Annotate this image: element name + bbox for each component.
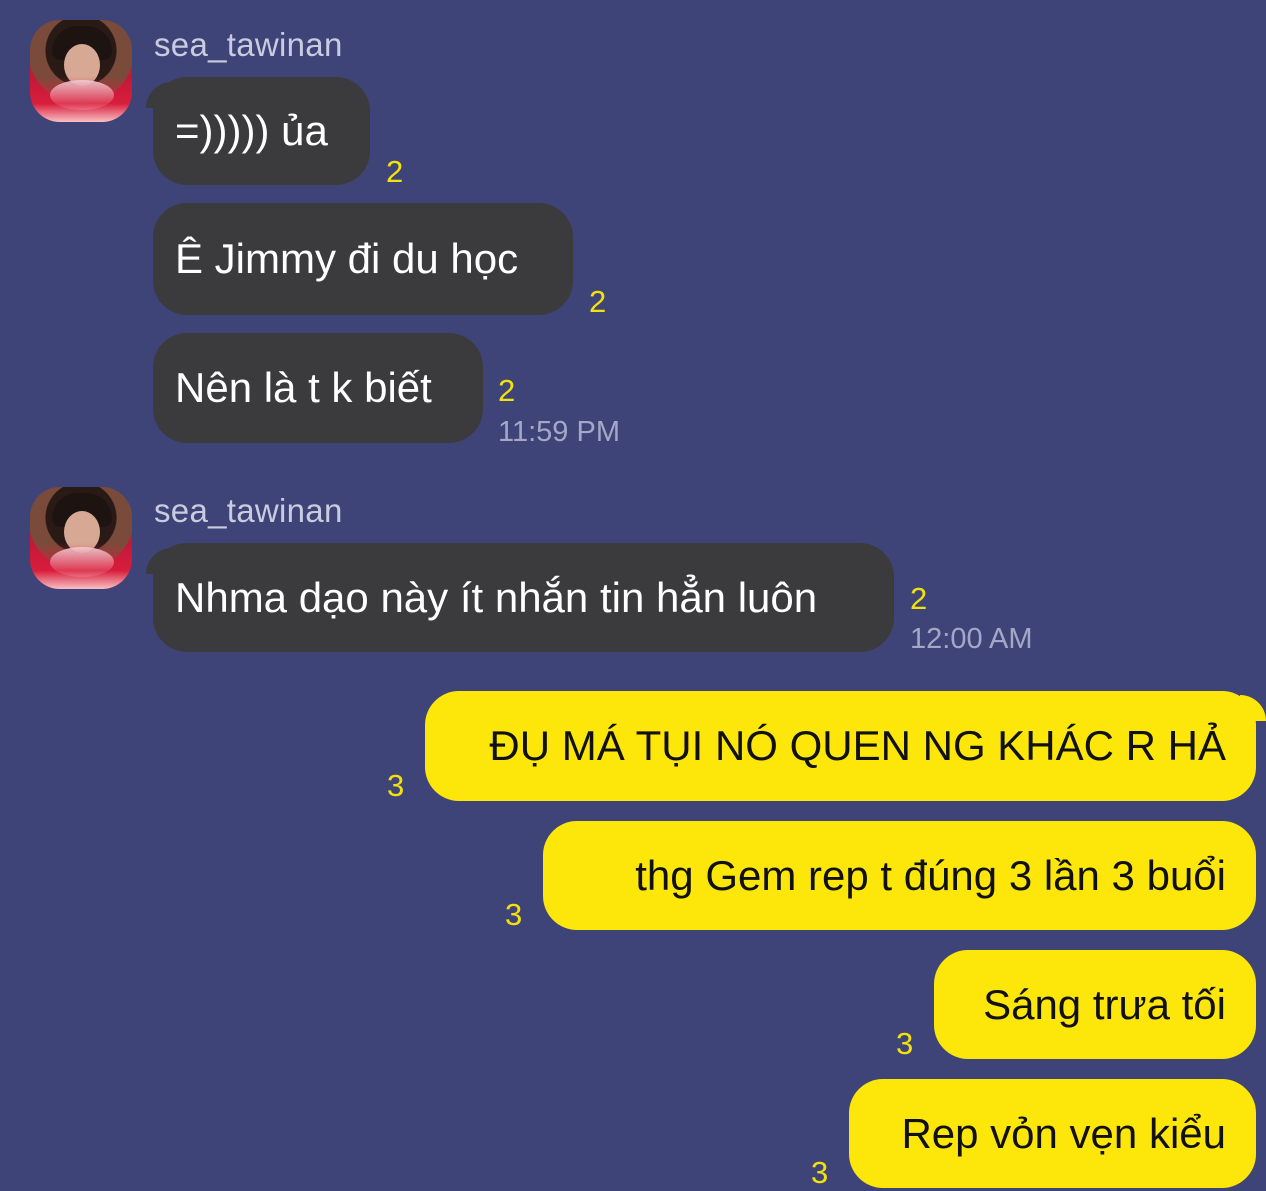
message-text: Sáng trưa tối bbox=[983, 980, 1226, 1028]
incoming-message-bubble[interactable]: Nhma dạo này ít nhắn tin hẳn luôn bbox=[153, 543, 894, 652]
sender-name: sea_tawinan bbox=[154, 26, 343, 63]
read-count: 2 bbox=[910, 581, 928, 616]
outgoing-message-bubble[interactable]: ĐỤ MÁ TỤI NÓ QUEN NG KHÁC R HẢ bbox=[425, 691, 1256, 801]
message-text: =))))) ủa bbox=[175, 107, 328, 154]
outgoing-message-bubble[interactable]: Sáng trưa tối bbox=[934, 950, 1256, 1059]
read-count: 2 bbox=[386, 154, 404, 189]
outgoing-message-bubble[interactable]: Rep vỏn vẹn kiểu bbox=[849, 1079, 1256, 1188]
message-text: Ê Jimmy đi du học bbox=[175, 235, 519, 282]
message-text: Nhma dạo này ít nhắn tin hẳn luôn bbox=[175, 573, 818, 621]
message-text: thg Gem rep t đúng 3 lần 3 buổi bbox=[635, 851, 1226, 899]
message-text: Rep vỏn vẹn kiểu bbox=[901, 1109, 1226, 1157]
outgoing-message-bubble[interactable]: thg Gem rep t đúng 3 lần 3 buổi bbox=[543, 821, 1256, 930]
read-count: 2 bbox=[589, 284, 607, 319]
sender-avatar[interactable] bbox=[30, 20, 132, 122]
read-count: 3 bbox=[896, 1026, 914, 1061]
incoming-message-bubble[interactable]: Ê Jimmy đi du học bbox=[153, 203, 573, 315]
sender-name: sea_tawinan bbox=[154, 492, 343, 529]
read-count: 3 bbox=[387, 768, 405, 803]
incoming-message-bubble[interactable]: =))))) ủa bbox=[153, 77, 370, 185]
read-count: 3 bbox=[505, 897, 523, 932]
read-count: 2 bbox=[498, 373, 516, 408]
chat-thread: sea_tawinan =))))) ủa 2 Ê Jimmy đi du họ… bbox=[0, 0, 1266, 1191]
incoming-message-bubble[interactable]: Nên là t k biết bbox=[153, 333, 483, 443]
message-timestamp: 11:59 PM bbox=[498, 416, 620, 448]
read-count: 3 bbox=[811, 1155, 829, 1190]
message-text: Nên là t k biết bbox=[175, 364, 432, 411]
message-text: ĐỤ MÁ TỤI NÓ QUEN NG KHÁC R HẢ bbox=[489, 722, 1226, 769]
sender-avatar[interactable] bbox=[30, 487, 132, 589]
message-timestamp: 12:00 AM bbox=[910, 623, 1033, 655]
